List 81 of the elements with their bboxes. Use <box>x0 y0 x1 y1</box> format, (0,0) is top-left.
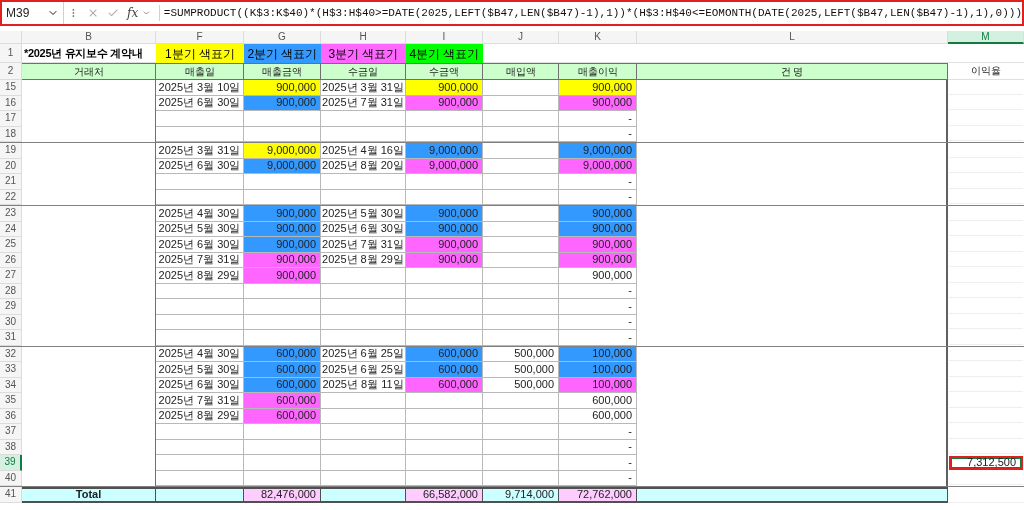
table-cell: 9,000,000 <box>559 143 637 159</box>
table-cell: 900,000 <box>406 237 483 253</box>
row-number[interactable]: 15 <box>0 80 22 96</box>
table-cell: 100,000 <box>559 362 637 378</box>
table-cell: 900,000 <box>244 268 321 284</box>
table-cell: - <box>559 439 637 455</box>
column-title: 수금일 <box>321 63 406 80</box>
column-header[interactable]: M <box>948 31 1024 44</box>
legend-cell: 2분기 색표기 <box>244 44 321 63</box>
table-cell: 900,000 <box>559 268 637 284</box>
table-cell: 900,000 <box>559 237 637 253</box>
column-title: 매출이익 <box>559 63 637 80</box>
table-cell: 900,000 <box>559 206 637 222</box>
column-header[interactable]: H <box>321 31 406 44</box>
table-cell: 600,000 <box>559 408 637 424</box>
legend-cell: 1분기 색표기 <box>156 44 244 63</box>
row-number[interactable]: 29 <box>0 299 22 315</box>
column-title: 매출금액 <box>244 63 321 80</box>
column-title: 이익율 <box>948 63 1024 80</box>
column-header[interactable]: J <box>483 31 559 44</box>
table-cell: - <box>559 424 637 440</box>
table-cell: - <box>559 189 637 205</box>
table-cell: 600,000 <box>244 362 321 378</box>
column-title: 거래처 <box>22 63 156 80</box>
legend-cell: 4분기 색표기 <box>406 44 483 63</box>
table-cell: 600,000 <box>244 393 321 409</box>
total-cell: 9,714,000 <box>483 487 559 503</box>
insert-function-button[interactable]: fx <box>126 4 139 22</box>
table-cell: 600,000 <box>559 393 637 409</box>
row-number[interactable]: 33 <box>0 362 22 378</box>
table-cell: - <box>559 111 637 127</box>
total-cell: 72,762,000 <box>559 487 637 503</box>
column-title: 건 명 <box>637 63 948 80</box>
column-title: 매출일 <box>156 63 244 80</box>
row-number[interactable]: 17 <box>0 111 22 127</box>
table-cell: 900,000 <box>244 237 321 253</box>
column-header[interactable]: L <box>637 31 948 44</box>
column-header[interactable]: B <box>22 31 156 44</box>
row-number[interactable]: 23 <box>0 206 22 222</box>
column-title: 수금액 <box>406 63 483 80</box>
row-number[interactable]: 35 <box>0 393 22 409</box>
column-header[interactable]: K <box>559 31 637 44</box>
table-cell: 900,000 <box>406 206 483 222</box>
total-cell: 66,582,000 <box>406 487 483 503</box>
row-number[interactable]: 19 <box>0 143 22 159</box>
table-cell: - <box>559 330 637 346</box>
total-cell: 82,476,000 <box>244 487 321 503</box>
table-cell: - <box>559 174 637 190</box>
row-number[interactable]: 41 <box>0 487 22 503</box>
table-cell: - <box>559 314 637 330</box>
row-number[interactable]: 25 <box>0 237 22 253</box>
table-cell[interactable]: 7,312,500 <box>951 458 1021 468</box>
column-header[interactable]: I <box>406 31 483 44</box>
table-cell: 900,000 <box>559 80 637 96</box>
row-number[interactable]: 1 <box>0 44 22 63</box>
legend-cell: 3분기 색표기 <box>321 44 406 63</box>
table-cell: - <box>559 299 637 315</box>
table-cell: 900,000 <box>406 80 483 96</box>
row-number[interactable]: 39 <box>0 455 22 471</box>
total-label: Total <box>22 487 156 503</box>
column-title: 매입액 <box>483 63 559 80</box>
column-header[interactable]: G <box>244 31 321 44</box>
row-number[interactable]: 27 <box>0 268 22 284</box>
table-cell: 600,000 <box>406 362 483 378</box>
select-all-corner[interactable] <box>0 31 22 44</box>
formula-field[interactable]: =SUMPRODUCT((K$3:K$40)*(H$3:H$40>=DATE(2025,LEFT($B47,LEN($B47)-1),1))*(H$3:H$40<=EOMONTH(DATE(2025,LEFT($B47,LEN($B47)-1),1),0))) <box>158 4 1022 22</box>
table-cell: - <box>559 283 637 299</box>
column-header[interactable]: F <box>156 31 244 44</box>
name-box[interactable]: M39 <box>2 2 65 24</box>
table-cell: 900,000 <box>244 80 321 96</box>
table-cell: - <box>559 470 637 486</box>
row-number[interactable]: 2 <box>0 63 22 80</box>
table-cell: - <box>559 455 637 471</box>
row-number[interactable]: 31 <box>0 330 22 346</box>
row-number[interactable]: 21 <box>0 174 22 190</box>
table-cell: 900,000 <box>244 206 321 222</box>
table-cell: - <box>559 126 637 142</box>
expand-icon[interactable] <box>142 8 151 18</box>
row-number[interactable]: 37 <box>0 424 22 440</box>
table-cell: 9,000,000 <box>244 143 321 159</box>
table-cell: 9,000,000 <box>406 143 483 159</box>
